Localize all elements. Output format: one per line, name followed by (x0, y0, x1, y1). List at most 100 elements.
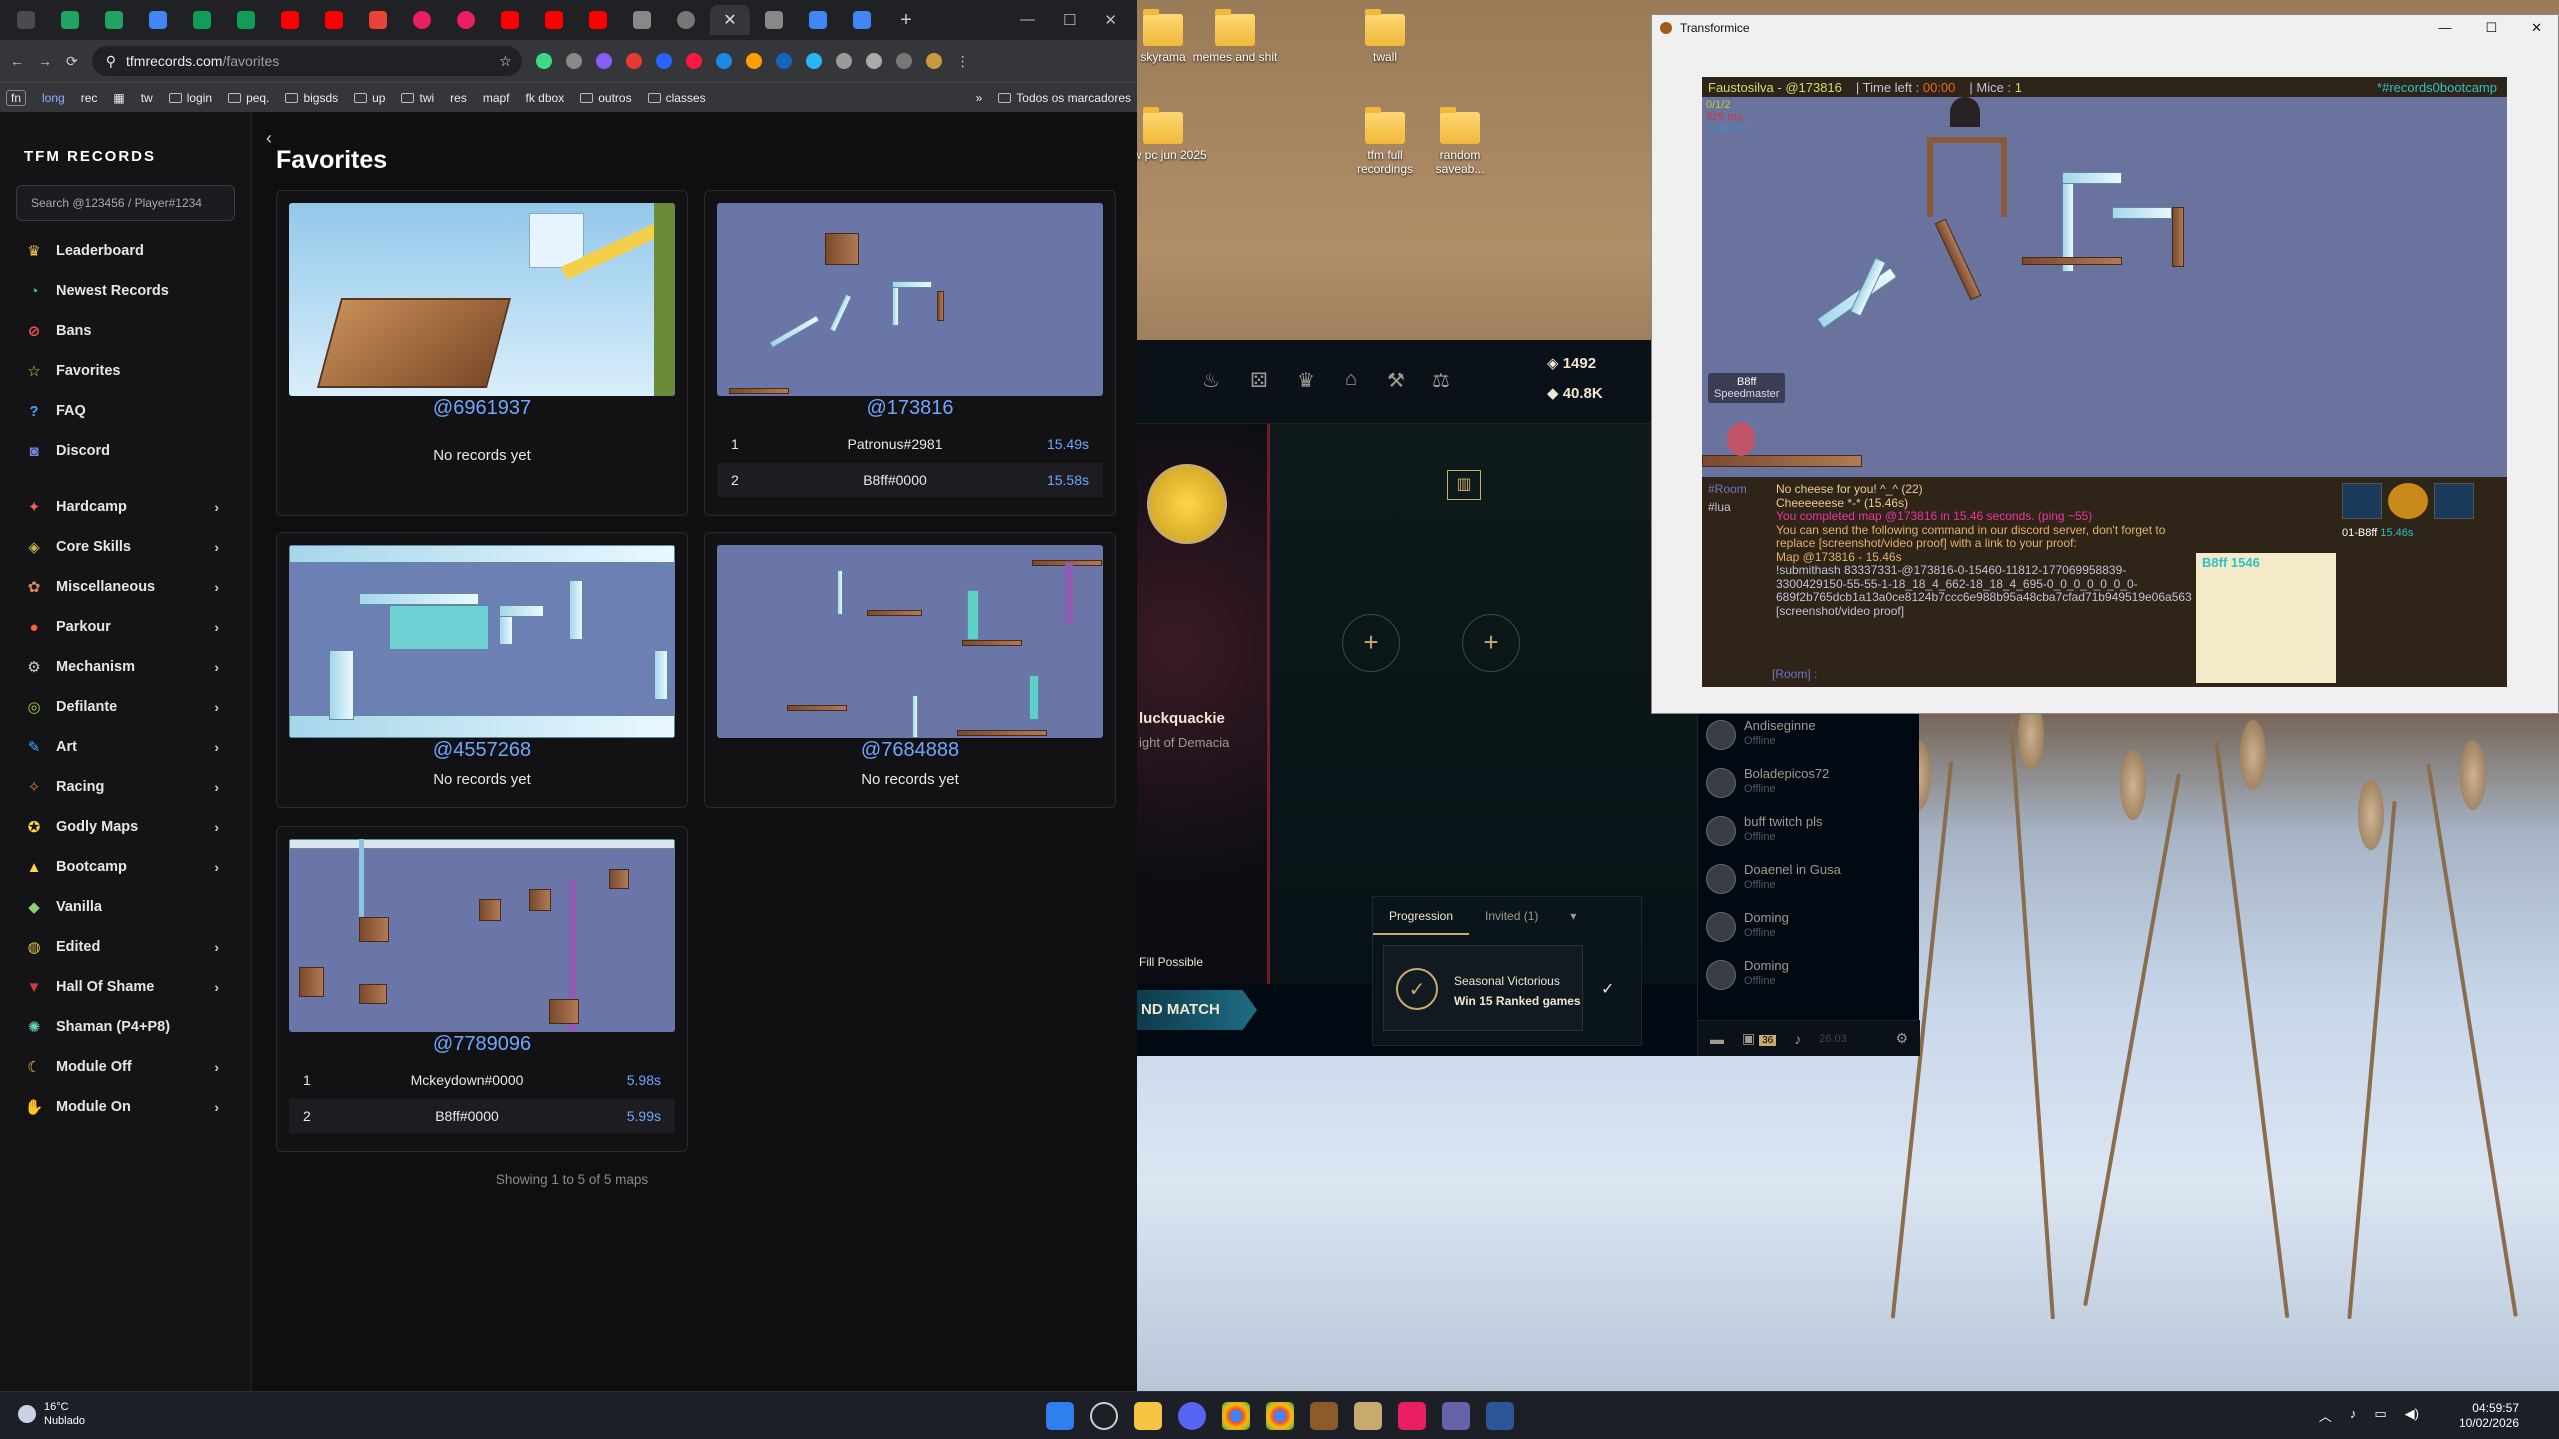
sidebar-item-hardcamp[interactable]: ✦ Hardcamp › (0, 487, 251, 527)
bookmark-twi[interactable]: twi (401, 91, 434, 105)
chevron-right-icon[interactable]: › (214, 499, 219, 515)
sidebar-item-bans[interactable]: ⊘ Bans (0, 311, 251, 351)
bookmark-long[interactable]: long (42, 91, 65, 105)
bookmark-res[interactable]: res (450, 91, 467, 105)
mic-icon[interactable]: ♪ (1794, 1031, 1801, 1047)
extension-icon[interactable] (745, 53, 762, 69)
tab-search-icon[interactable] (895, 53, 912, 69)
map-card[interactable]: @173816 1 Patronus#2981 15.49s 2 B8ff#00… (704, 190, 1116, 516)
mission-card[interactable]: ✓ Seasonal Victorious Win 15 Ranked game… (1383, 945, 1583, 1031)
bookmark-login[interactable]: login (168, 91, 212, 105)
bookmark-fk-dbox[interactable]: fk dbox (526, 91, 565, 105)
discord-icon[interactable] (1178, 1402, 1206, 1430)
collection-icon[interactable]: ⌂ (1337, 368, 1365, 396)
bookmark-classes[interactable]: classes (647, 91, 706, 105)
sidebar-item-parkour[interactable]: ● Parkour › (0, 607, 251, 647)
invite-slot[interactable]: + (1342, 614, 1400, 672)
map-card[interactable]: @4557268 No records yet (276, 532, 688, 808)
chevron-right-icon[interactable]: › (214, 659, 219, 675)
chevron-up-icon[interactable]: ︿ (2319, 1406, 2332, 1425)
tab[interactable] (50, 5, 90, 35)
sidebar-item-module-on[interactable]: ✋ Module On › (0, 1087, 251, 1127)
extension-icon[interactable] (835, 53, 852, 69)
extension-icon[interactable] (535, 53, 552, 69)
start-icon[interactable] (1046, 1402, 1074, 1430)
tab-active[interactable]: ✕ (710, 5, 750, 35)
tab[interactable] (402, 5, 442, 35)
chrome-icon[interactable] (1222, 1402, 1250, 1430)
chevron-right-icon[interactable]: › (214, 979, 219, 995)
app-icon[interactable] (1398, 1402, 1426, 1430)
list-item[interactable]: Doming Offline (1698, 902, 1919, 950)
list-item[interactable]: Doaenel in Gusa Offline (1698, 854, 1919, 902)
sidebar-item-defilante[interactable]: ◎ Defilante › (0, 687, 251, 727)
extension-icon[interactable] (625, 53, 642, 69)
tab[interactable] (314, 5, 354, 35)
chat-input[interactable]: [Room] : (1772, 667, 1817, 682)
bookmark-star-icon[interactable]: ☆ (499, 53, 512, 70)
list-item[interactable]: Andiseginne Offline (1698, 710, 1919, 758)
sidebar-item-miscellaneous[interactable]: ✿ Miscellaneous › (0, 567, 251, 607)
profile-icon[interactable]: ♛ (1292, 368, 1320, 396)
extension-icon[interactable] (595, 53, 612, 69)
chevron-right-icon[interactable]: › (214, 1059, 219, 1075)
file-explorer-icon[interactable] (1134, 1402, 1162, 1430)
map-code[interactable]: @7684888 (705, 739, 1115, 762)
chevron-right-icon[interactable]: › (214, 539, 219, 555)
map-card[interactable]: @7789096 1 Mckeydown#0000 5.98s 2 B8ff#0… (276, 826, 688, 1152)
tab[interactable] (842, 5, 882, 35)
tab[interactable] (182, 5, 222, 35)
bookmark-fn[interactable]: fn (6, 89, 27, 106)
tab[interactable] (490, 5, 530, 35)
desktop-icon-memes[interactable]: memes and shit (1190, 9, 1280, 64)
tab[interactable] (446, 5, 486, 35)
reload-icon[interactable]: ⟳ (66, 53, 78, 70)
sidebar-item-vanilla[interactable]: ◆ Vanilla (0, 887, 251, 927)
extension-icon[interactable] (655, 53, 672, 69)
tab[interactable] (6, 5, 46, 35)
bookmark-tw[interactable]: tw (141, 91, 153, 105)
teams-icon[interactable] (1442, 1402, 1470, 1430)
close-icon[interactable]: ✕ (723, 10, 736, 30)
tab[interactable] (226, 5, 266, 35)
site-info-icon[interactable]: ⚲ (106, 53, 116, 70)
map-code[interactable]: @173816 (705, 397, 1115, 420)
chrome-icon[interactable] (1266, 1402, 1294, 1430)
extension-icon[interactable] (775, 53, 792, 69)
minimize-icon[interactable]: — (1020, 11, 1035, 29)
url-field[interactable]: ⚲ tfmrecords.com/favorites ☆ (91, 46, 522, 76)
sidebar-item-hall-of-shame[interactable]: ▼ Hall Of Shame › (0, 967, 251, 1007)
maximize-icon[interactable]: ☐ (1063, 11, 1076, 29)
settings-icon[interactable]: ⚙ (1895, 1030, 1908, 1047)
map-thumbnail[interactable] (289, 839, 675, 1032)
desktop-icon-twall[interactable]: twall (1340, 9, 1430, 64)
grid-icon[interactable]: ▦ (113, 91, 124, 105)
forward-icon[interactable]: → (38, 53, 52, 69)
map-code[interactable]: @6961937 (277, 397, 687, 420)
invite-slot[interactable]: + (1462, 614, 1520, 672)
chevron-right-icon[interactable]: › (214, 619, 219, 635)
player-name-card[interactable]: B8ff 1546 (2196, 553, 2336, 683)
game-canvas[interactable]: Faustosilva - @173816 | Time left : 00:0… (1702, 77, 2507, 687)
search-icon[interactable] (1090, 1402, 1118, 1430)
chevron-right-icon[interactable]: › (214, 939, 219, 955)
home-icon[interactable]: ♨ (1197, 368, 1225, 396)
network-icon[interactable]: ▭ (2374, 1406, 2386, 1425)
tab[interactable] (754, 5, 794, 35)
tab-invited[interactable]: Invited (1) (1469, 909, 1554, 923)
bookmark-rec[interactable]: rec (81, 91, 98, 105)
new-tab-button[interactable]: + (886, 5, 926, 35)
cheese-icon[interactable] (2388, 483, 2428, 519)
sidebar-item-godly-maps[interactable]: ✪ Godly Maps › (0, 807, 251, 847)
chevron-right-icon[interactable]: › (214, 699, 219, 715)
extension-icon[interactable] (715, 53, 732, 69)
find-match-button[interactable]: ND MATCH (1137, 990, 1257, 1030)
tab[interactable] (534, 5, 574, 35)
sidebar-item-core-skills[interactable]: ◈ Core Skills › (0, 527, 251, 567)
chevron-right-icon[interactable]: › (214, 859, 219, 875)
tab[interactable] (798, 5, 838, 35)
list-item[interactable]: Doming Offline (1698, 950, 1919, 998)
tab[interactable] (270, 5, 310, 35)
sidebar-item-shaman-p4-p8[interactable]: ✺ Shaman (P4+P8) (0, 1007, 251, 1047)
map-code[interactable]: @7789096 (277, 1033, 687, 1056)
